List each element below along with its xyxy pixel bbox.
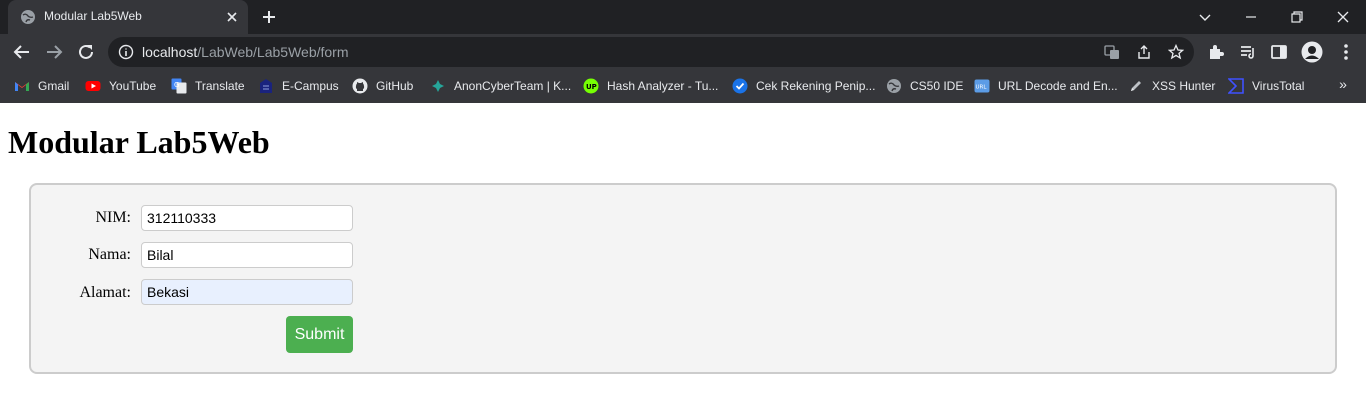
- new-tab-icon[interactable]: [260, 8, 278, 26]
- bookmark-label: CS50 IDE: [910, 79, 964, 93]
- alamat-input[interactable]: [141, 279, 353, 305]
- extensions-icon[interactable]: [1206, 42, 1226, 62]
- forward-arrow-icon[interactable]: [43, 41, 65, 63]
- submit-button[interactable]: Submit: [286, 316, 353, 353]
- url-host: localhost: [142, 44, 198, 60]
- svg-text:G: G: [174, 81, 179, 89]
- tab-strip: Modular Lab5Web: [0, 0, 1366, 34]
- anoncyberteam-icon: [432, 80, 444, 92]
- bookmark-label: Gmail: [38, 79, 70, 93]
- bookmark-label: VirusTotal: [1252, 79, 1305, 93]
- svg-text:URL: URL: [976, 85, 988, 91]
- bookmark-ecampus[interactable]: E-Campus: [258, 77, 339, 95]
- check-badge-icon: [732, 78, 748, 94]
- student-form: NIM: Nama: Alamat: Submit: [29, 183, 1337, 374]
- tab-search-icon[interactable]: [1194, 6, 1216, 28]
- site-info-icon[interactable]: [118, 44, 134, 60]
- bookmark-label: URL Decode and En...: [998, 79, 1118, 93]
- active-tab[interactable]: Modular Lab5Web: [8, 0, 248, 34]
- bookmark-github[interactable]: GitHub: [352, 77, 413, 95]
- bookmark-label: XSS Hunter: [1152, 79, 1216, 93]
- bookmark-label: Cek Rekening Penip...: [756, 79, 876, 93]
- bookmark-virustotal[interactable]: VirusTotal: [1228, 77, 1304, 95]
- github-icon: [352, 78, 368, 94]
- bookmark-youtube[interactable]: YouTube: [85, 77, 156, 95]
- ecampus-icon: [260, 79, 272, 93]
- url-icon: URL: [974, 79, 990, 93]
- close-tab-icon[interactable]: [224, 9, 240, 25]
- bookmark-translate[interactable]: G Translate: [171, 77, 245, 95]
- page-title: Modular Lab5Web: [8, 124, 270, 160]
- side-panel-icon[interactable]: [1269, 42, 1289, 62]
- tab-title: Modular Lab5Web: [44, 9, 142, 23]
- restore-icon[interactable]: [1286, 6, 1308, 28]
- url-text[interactable]: localhost/LabWeb/Lab5Web/form: [142, 44, 349, 60]
- youtube-icon: [85, 81, 101, 91]
- bookmark-label: YouTube: [109, 79, 157, 93]
- url-path: /LabWeb/Lab5Web/form: [197, 44, 349, 60]
- share-icon[interactable]: [1136, 44, 1152, 60]
- globe-icon: [887, 79, 901, 93]
- bookmark-star-icon[interactable]: [1168, 44, 1184, 60]
- back-arrow-icon[interactable]: [11, 41, 33, 63]
- bookmark-label: Hash Analyzer - Tu...: [607, 79, 719, 93]
- bookmark-hash-analyzer[interactable]: UP Hash Analyzer - Tu...: [583, 77, 718, 95]
- bookmark-label: AnonCyberTeam | K...: [454, 79, 572, 93]
- svg-text:UP: UP: [586, 83, 597, 91]
- nama-label: Nama:: [88, 246, 131, 263]
- nama-input[interactable]: [141, 242, 353, 268]
- bookmark-label: E-Campus: [282, 79, 339, 93]
- bookmark-url-decode[interactable]: URL URL Decode and En...: [974, 77, 1118, 95]
- browser-toolbar: localhost/LabWeb/Lab5Web/form: [0, 34, 1366, 70]
- alamat-label: Alamat:: [79, 284, 131, 301]
- gmail-icon: [15, 82, 29, 91]
- reading-list-icon[interactable]: [1238, 42, 1258, 62]
- bookmarks-bar: Gmail YouTube G Translate E-Campus GitHu…: [0, 70, 1366, 103]
- bookmark-cs50-ide[interactable]: CS50 IDE: [886, 77, 963, 95]
- nim-label: NIM:: [95, 209, 131, 226]
- address-bar[interactable]: localhost/LabWeb/Lab5Web/form: [108, 37, 1194, 67]
- bookmark-label: Translate: [195, 79, 245, 93]
- profile-avatar-icon[interactable]: [1301, 41, 1323, 63]
- reload-icon[interactable]: [75, 41, 97, 63]
- close-window-icon[interactable]: [1332, 6, 1354, 28]
- globe-icon: [21, 10, 35, 24]
- bookmark-gmail[interactable]: Gmail: [14, 77, 69, 95]
- translate-page-icon[interactable]: [1104, 44, 1120, 60]
- bookmark-xss-hunter[interactable]: XSS Hunter: [1128, 77, 1215, 95]
- translate-icon: G: [171, 78, 187, 94]
- pen-icon: [1131, 81, 1141, 91]
- bookmark-anoncyberteam[interactable]: AnonCyberTeam | K...: [430, 77, 571, 95]
- hash-analyzer-icon: UP: [583, 78, 599, 94]
- menu-dots-icon[interactable]: [1336, 42, 1356, 62]
- bookmark-cek-rekening[interactable]: Cek Rekening Penip...: [732, 77, 875, 95]
- bookmark-label: GitHub: [376, 79, 414, 93]
- virustotal-icon: [1228, 78, 1244, 94]
- more-bookmarks-chevron-icon[interactable]: »: [1334, 76, 1352, 94]
- nim-input[interactable]: [141, 205, 353, 231]
- minimize-icon[interactable]: [1240, 6, 1262, 28]
